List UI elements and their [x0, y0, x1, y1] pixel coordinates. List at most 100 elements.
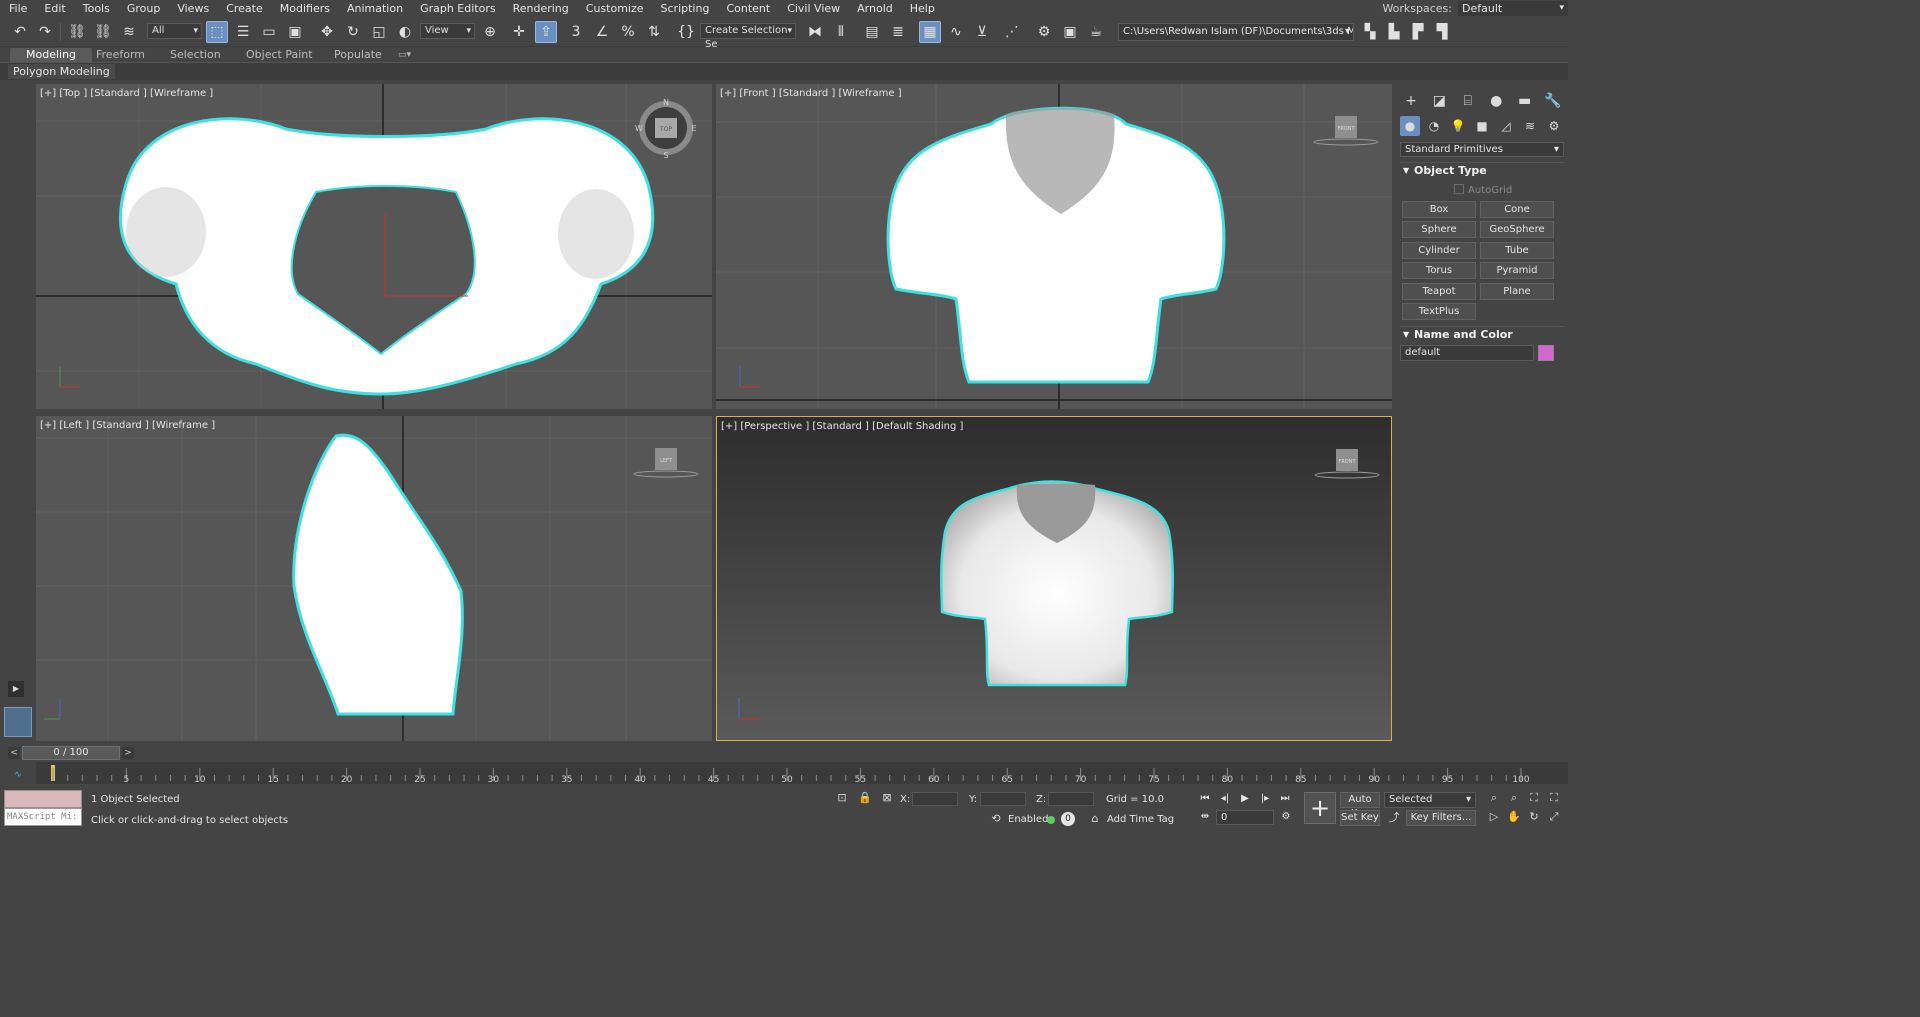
selection-lock-icon[interactable]: 🔒 [857, 790, 873, 806]
viewport-top[interactable]: [+] [Top ] [Standard ] [Wireframe ] TOP … [36, 84, 712, 409]
polygon-modeling-panel[interactable]: Polygon Modeling [8, 64, 115, 79]
menu-content[interactable]: Content [717, 0, 778, 17]
track-bar[interactable]: ∿ 5 10 15 20 25 30 35 40 45 50 55 60 65 70 75 80 85 90 95 1… [0, 762, 1568, 784]
create-tab-icon[interactable]: + [1400, 90, 1422, 112]
name-and-color-rollout[interactable]: Name and Color [1400, 326, 1564, 343]
align-icon[interactable]: ⫴ [830, 21, 852, 43]
percent-snap-icon[interactable]: % [617, 21, 639, 43]
maxscript-output[interactable] [4, 790, 82, 808]
keyboard-shortcut-override-icon[interactable]: ⇪ [535, 21, 557, 43]
menu-help[interactable]: Help [901, 0, 943, 17]
key-mode-icon[interactable]: ⇹ [1197, 810, 1213, 824]
rectangular-selection-icon[interactable]: ▭ [258, 21, 280, 43]
maximize-viewport-icon[interactable]: ⤢ [1546, 809, 1562, 825]
undo-icon[interactable]: ↶ [9, 21, 31, 43]
pan-view-icon[interactable]: ✋ [1506, 809, 1522, 825]
add-time-tag-button[interactable]: Add Time Tag [1107, 814, 1174, 825]
viewport-left-label[interactable]: [+] [Left ] [Standard ] [Wireframe ] [40, 420, 215, 431]
helpers-icon[interactable]: ◿ [1496, 116, 1516, 136]
sphere-button[interactable]: Sphere [1402, 221, 1476, 238]
cylinder-button[interactable]: Cylinder [1402, 242, 1476, 259]
project-new-icon[interactable]: ▚ [1359, 21, 1381, 43]
selection-filter-dropdown[interactable]: All [147, 23, 202, 39]
geometry-icon[interactable]: ● [1400, 116, 1420, 136]
schematic-view-icon[interactable]: ⊻ [971, 21, 993, 43]
pyramid-button[interactable]: Pyramid [1480, 262, 1554, 279]
enabled-status-dot[interactable] [1047, 816, 1055, 824]
unlink-icon[interactable]: ⛓ [92, 21, 114, 43]
time-tag-icon[interactable]: ⌂ [1087, 811, 1103, 827]
named-selection-sets-dropdown[interactable]: Create Selection Se [700, 23, 796, 50]
menu-civil-view[interactable]: Civil View [778, 0, 848, 17]
textplus-button[interactable]: TextPlus [1402, 303, 1476, 320]
systems-icon[interactable]: ⚙ [1544, 116, 1564, 136]
select-by-name-icon[interactable]: ☰ [232, 21, 254, 43]
set-key-button[interactable]: Set Key [1340, 810, 1380, 826]
tab-selection[interactable]: Selection [170, 48, 221, 62]
primitive-type-dropdown[interactable]: Standard Primitives [1400, 142, 1564, 157]
zoom-extents-icon[interactable]: ⛶ [1526, 790, 1542, 806]
snaps-toggle-icon[interactable]: 3 [565, 21, 587, 43]
cameras-icon[interactable]: ■ [1472, 116, 1492, 136]
auto-key-button[interactable]: Auto Key [1340, 792, 1380, 819]
display-tab-icon[interactable]: ▬ [1514, 90, 1536, 112]
render-production-icon[interactable]: ☕ [1085, 21, 1107, 43]
spinner-snap-icon[interactable]: ⇅ [643, 21, 665, 43]
tab-object-paint[interactable]: Object Paint [246, 48, 313, 62]
z-coord-field[interactable] [1048, 792, 1094, 806]
go-to-start-icon[interactable]: ⏮ [1197, 792, 1213, 806]
zoom-all-icon[interactable]: ⌕ [1506, 790, 1522, 806]
edit-named-selection-icon[interactable]: {} [675, 21, 697, 43]
viewport-perspective-label[interactable]: [+] [Perspective ] [Standard ] [Default … [721, 421, 963, 432]
place-icon[interactable]: ◐ [394, 21, 416, 43]
field-of-view-icon[interactable]: ▷ [1486, 809, 1502, 825]
zoom-icon[interactable]: ⌕ [1486, 790, 1502, 806]
toggle-ribbon-icon[interactable]: ▦ [919, 21, 941, 43]
cone-button[interactable]: Cone [1480, 201, 1554, 218]
object-color-swatch[interactable] [1538, 345, 1554, 361]
menu-create[interactable]: Create [217, 0, 271, 17]
menu-animation[interactable]: Animation [338, 0, 411, 17]
viewport-left[interactable]: [+] [Left ] [Standard ] [Wireframe ] LEF… [36, 416, 712, 741]
reference-coordinate-dropdown[interactable]: View [420, 23, 475, 39]
viewport-layout-icon[interactable] [4, 707, 32, 737]
tab-freeform[interactable]: Freeform [96, 48, 145, 62]
toggle-layer-explorer-icon[interactable]: ≣ [887, 21, 909, 43]
tab-modeling[interactable]: Modeling [10, 48, 93, 62]
menu-scripting[interactable]: Scripting [652, 0, 718, 17]
menu-edit[interactable]: Edit [35, 0, 73, 17]
maxscript-input[interactable]: MAXScript Mi: [4, 808, 82, 826]
geosphere-button[interactable]: GeoSphere [1480, 221, 1554, 238]
expand-layout-icon[interactable]: ▶ [8, 681, 24, 697]
isolate-selection-icon[interactable]: ⊡ [834, 790, 850, 806]
motion-tab-icon[interactable]: ● [1485, 90, 1507, 112]
teapot-button[interactable]: Teapot [1402, 283, 1476, 300]
menu-views[interactable]: Views [168, 0, 217, 17]
select-object-icon[interactable]: ⬚ [206, 21, 228, 43]
material-editor-icon[interactable]: ⋰ [1001, 21, 1023, 43]
menu-modifiers[interactable]: Modifiers [271, 0, 338, 17]
key-selection-dropdown[interactable]: Selected [1384, 792, 1476, 808]
torus-button[interactable]: Torus [1402, 262, 1476, 279]
time-slider-thumb[interactable]: 0 / 100 [22, 746, 120, 760]
y-coord-field[interactable] [980, 792, 1026, 806]
bind-space-warp-icon[interactable]: ≋ [118, 21, 140, 43]
viewport-top-label[interactable]: [+] [Top ] [Standard ] [Wireframe ] [40, 88, 213, 99]
x-coord-field[interactable] [912, 792, 958, 806]
pivot-center-icon[interactable]: ⊕ [479, 21, 501, 43]
redo-icon[interactable]: ↷ [34, 21, 56, 43]
absolute-transform-icon[interactable]: ⊠ [879, 790, 895, 806]
key-filters-button[interactable]: Key Filters... [1406, 810, 1476, 826]
move-icon[interactable]: ✥ [316, 21, 338, 43]
plane-button[interactable]: Plane [1480, 283, 1554, 300]
menu-customize[interactable]: Customize [577, 0, 652, 17]
project-set-icon[interactable]: ▛ [1407, 21, 1429, 43]
scale-icon[interactable]: ◱ [368, 21, 390, 43]
utilities-tab-icon[interactable]: 🔧 [1542, 90, 1564, 112]
adaptive-degradation-icon[interactable]: ⟲ [988, 811, 1004, 827]
object-name-field[interactable]: default [1400, 345, 1534, 361]
time-prev-arrow[interactable]: < [8, 747, 20, 759]
current-frame-field[interactable]: 0 [1216, 810, 1274, 825]
project-open-icon[interactable]: ▙ [1383, 21, 1405, 43]
project-path-icon[interactable]: ▜ [1431, 21, 1453, 43]
